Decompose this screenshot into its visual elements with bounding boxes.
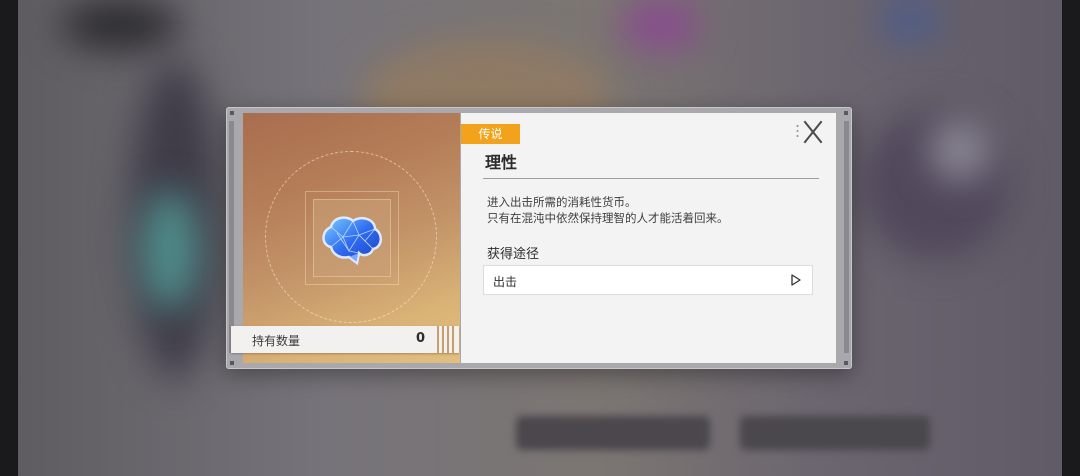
bg-blob [930, 120, 990, 180]
close-button[interactable] [798, 118, 828, 146]
quantity-label: 持有数量 [252, 334, 301, 348]
bg-blob [60, 0, 180, 50]
play-arrow-icon [791, 274, 801, 286]
item-info-panel: 传说 理性 进入出击所需的消耗性货币。 只有在混沌中依然保持理智的人才能活着回来… [461, 113, 836, 363]
close-icon [803, 120, 823, 144]
quantity-stripes [437, 326, 457, 353]
acquire-source-sortie-button[interactable]: 出击 [483, 265, 813, 295]
screen-edge-left [0, 0, 18, 476]
frame-pin [844, 111, 848, 115]
quantity-value: 0 [415, 331, 425, 346]
bg-bar [740, 416, 930, 450]
quantity-bar: 持有数量 0 [231, 326, 459, 353]
frame-pin [230, 361, 234, 365]
frame-rail-left [229, 121, 234, 353]
screen-edge-right [1062, 0, 1080, 476]
title-divider [483, 178, 819, 179]
frame-rail-right [844, 121, 849, 353]
bg-blob [140, 190, 200, 310]
brain-crystal-icon [322, 216, 382, 266]
rarity-badge: 传说 [461, 124, 520, 144]
frame-pin [844, 361, 848, 365]
bg-blob [880, 0, 940, 40]
description-line: 进入出击所需的消耗性货币。 [487, 195, 637, 209]
frame-pin [230, 111, 234, 115]
item-title: 理性 [485, 153, 518, 172]
acquire-section-title: 获得途径 [487, 247, 540, 262]
source-label: 出击 [493, 275, 518, 289]
bg-blob [620, 0, 700, 50]
item-description: 进入出击所需的消耗性货币。 只有在混沌中依然保持理智的人才能活着回来。 [487, 194, 729, 226]
bg-bar [516, 416, 710, 450]
description-line: 只有在混沌中依然保持理智的人才能活着回来。 [487, 211, 729, 225]
